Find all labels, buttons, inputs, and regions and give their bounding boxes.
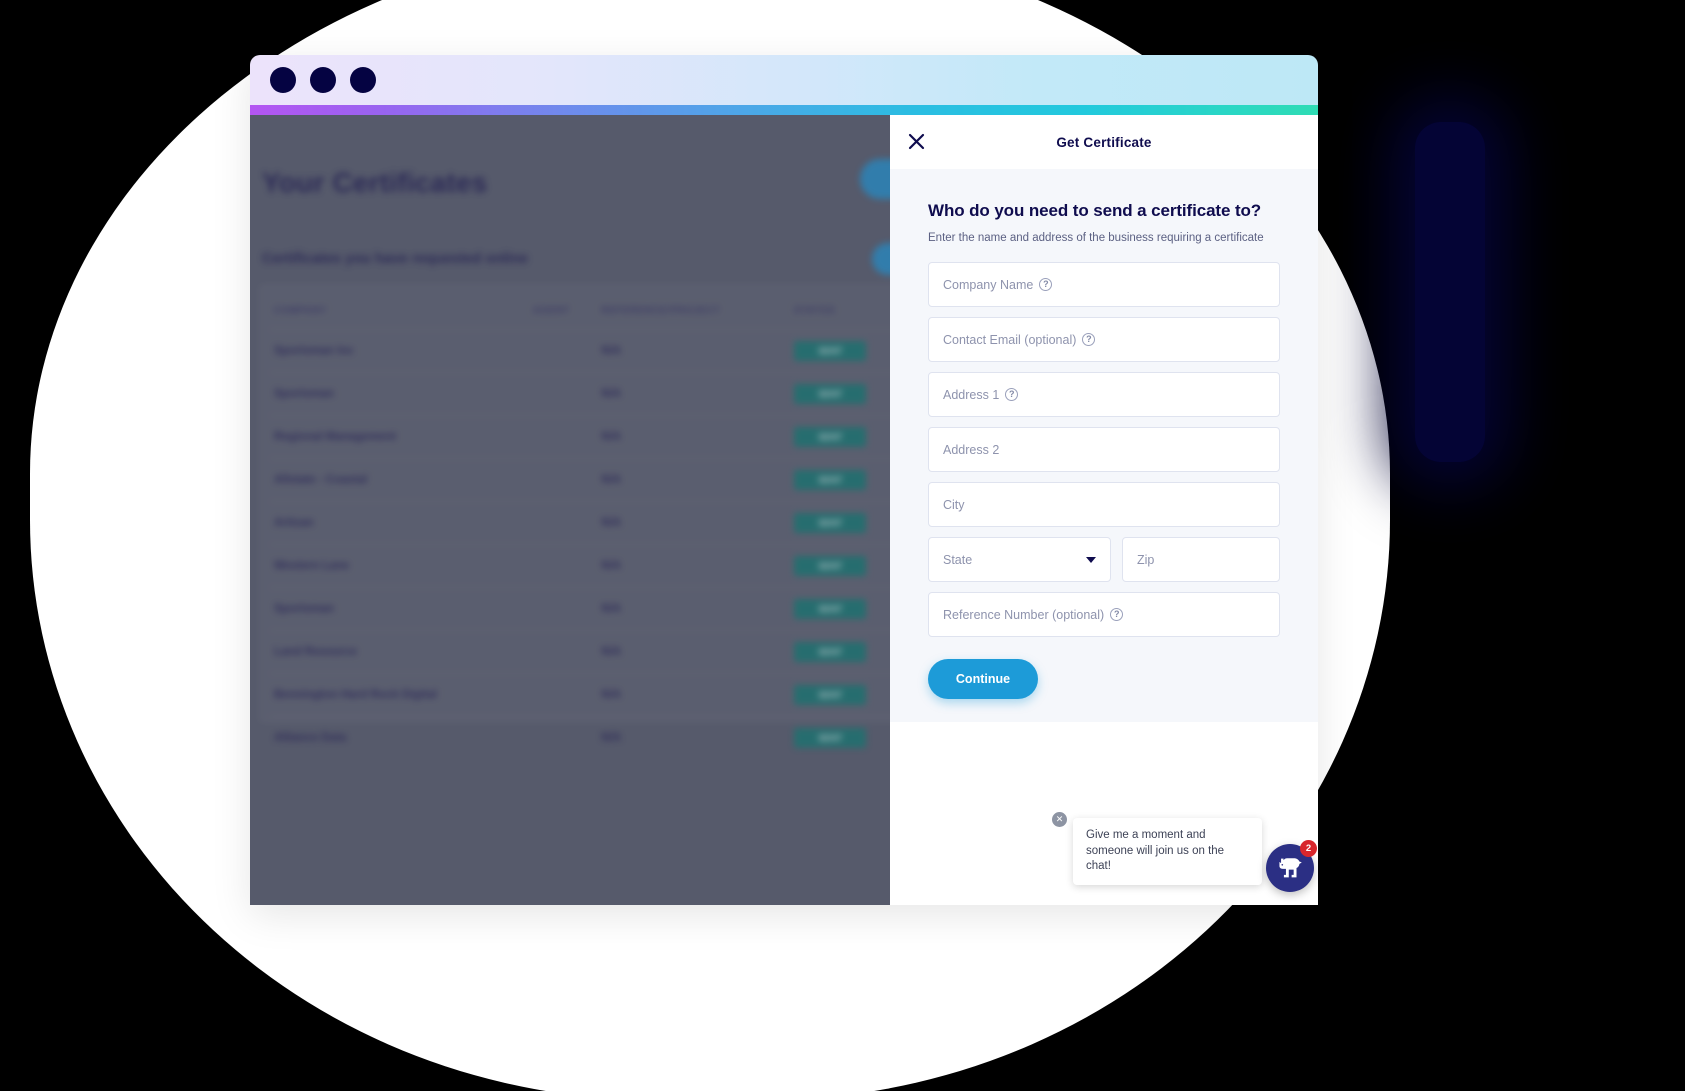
th-company: COMPANY xyxy=(274,305,328,315)
window-close-dot[interactable] xyxy=(270,67,296,93)
reference-number-input[interactable]: Reference Number (optional) ? xyxy=(928,592,1280,637)
chat-launcher-button[interactable]: 2 xyxy=(1266,840,1317,892)
cell-reference: N/A xyxy=(597,544,791,588)
cell-reference: N/A xyxy=(597,458,791,502)
city-placeholder: City xyxy=(943,497,965,512)
brand-gradient-strip xyxy=(250,105,1318,115)
company-name-input[interactable]: Company Name ? xyxy=(928,262,1280,307)
help-icon[interactable]: ? xyxy=(1039,278,1053,291)
status-badge: SENT xyxy=(794,728,867,748)
status-badge: SENT xyxy=(794,341,867,361)
address1-input[interactable]: Address 1 ? xyxy=(928,372,1280,417)
address1-placeholder: Address 1 xyxy=(943,387,1000,402)
status-badge: SENT xyxy=(794,427,867,447)
status-badge: SENT xyxy=(794,384,867,404)
status-badge: SENT xyxy=(794,556,867,576)
window-maximize-dot[interactable] xyxy=(350,67,376,93)
screenshot-root: Your Certificates Certificates you have … xyxy=(0,0,1685,1091)
cell-reference: N/A xyxy=(597,372,791,416)
cell-company: Western Lane xyxy=(270,544,530,588)
state-zip-row: State Zip xyxy=(928,537,1280,582)
window-minimize-dot[interactable] xyxy=(310,67,336,93)
cell-company: Bennington Hard Rock Digital xyxy=(270,673,530,717)
continue-button[interactable]: Continue xyxy=(928,659,1038,699)
browser-titlebar xyxy=(250,55,1318,105)
chat-unread-badge: 2 xyxy=(1300,840,1317,857)
cell-reference: N/A xyxy=(597,501,791,545)
dog-icon xyxy=(1279,858,1302,878)
chevron-down-icon xyxy=(1086,556,1096,563)
status-badge: SENT xyxy=(794,513,867,533)
cell-company: Sportsman xyxy=(270,372,530,416)
reference-number-placeholder: Reference Number (optional) xyxy=(943,607,1105,622)
cell-agent xyxy=(529,501,598,545)
city-input[interactable]: City xyxy=(928,482,1280,527)
status-badge: SENT xyxy=(794,685,867,705)
section-subtitle: Certificates you have requested online xyxy=(262,251,528,267)
chat-close-icon[interactable]: ✕ xyxy=(1052,812,1067,828)
cell-agent xyxy=(529,329,598,373)
status-badge: SENT xyxy=(794,470,867,490)
cell-reference: N/A xyxy=(597,673,791,717)
state-select[interactable]: State xyxy=(928,537,1111,582)
cell-agent xyxy=(529,630,598,674)
drawer-heading: Who do you need to send a certificate to… xyxy=(928,201,1262,220)
cell-company: Allstate - Coastal xyxy=(270,458,530,502)
th-reference: REFERENCE/PROJECT xyxy=(601,305,721,315)
cell-agent xyxy=(529,673,598,717)
cell-agent xyxy=(529,415,598,459)
cell-reference: N/A xyxy=(597,630,791,674)
drawer-body: Who do you need to send a certificate to… xyxy=(890,169,1318,722)
page-title: Your Certificates xyxy=(262,167,488,198)
contact-email-input[interactable]: Contact Email (optional) ? xyxy=(928,317,1280,362)
status-badge: SENT xyxy=(794,599,867,619)
address2-input[interactable]: Address 2 xyxy=(928,427,1280,472)
cell-reference: N/A xyxy=(597,587,791,631)
drawer-footer: ✕ Give me a moment and someone will join… xyxy=(890,722,1318,905)
close-icon[interactable] xyxy=(901,126,931,156)
drawer-title: Get Certificate xyxy=(1056,134,1152,150)
status-badge: SENT xyxy=(794,642,867,662)
chat-message-text: Give me a moment and someone will join u… xyxy=(1086,829,1225,873)
app-viewport: Your Certificates Certificates you have … xyxy=(250,115,1318,905)
cell-company: Sportsman Inc xyxy=(270,329,530,373)
help-icon[interactable]: ? xyxy=(1005,388,1019,401)
zip-input[interactable]: Zip xyxy=(1122,537,1280,582)
drawer-header: Get Certificate xyxy=(890,115,1318,169)
cell-company: Alliance Data xyxy=(270,716,530,759)
zip-placeholder: Zip xyxy=(1137,552,1155,567)
cell-company: Regional Management xyxy=(270,415,530,459)
background-navy-accent-shape xyxy=(1415,122,1485,462)
chat-message-bubble: ✕ Give me a moment and someone will join… xyxy=(1052,812,1262,885)
drawer-subheading: Enter the name and address of the busine… xyxy=(928,232,1264,244)
cell-agent xyxy=(529,587,598,631)
address2-placeholder: Address 2 xyxy=(943,442,1000,457)
cell-reference: N/A xyxy=(597,329,791,373)
cell-agent xyxy=(529,372,598,416)
contact-email-placeholder: Contact Email (optional) xyxy=(943,332,1077,347)
help-icon[interactable]: ? xyxy=(1110,608,1124,621)
cell-company: Land Resource xyxy=(270,630,530,674)
state-placeholder: State xyxy=(943,552,973,567)
cell-agent xyxy=(529,458,598,502)
chat-widget: ✕ Give me a moment and someone will join… xyxy=(890,812,1318,892)
cell-company: Artisan xyxy=(270,501,530,545)
cell-company: Sportsman xyxy=(270,587,530,631)
help-icon[interactable]: ? xyxy=(1082,333,1096,346)
company-name-placeholder: Company Name xyxy=(943,277,1034,292)
cell-reference: N/A xyxy=(597,415,791,459)
cell-reference: N/A xyxy=(597,716,791,759)
get-certificate-drawer: Get Certificate Who do you need to send … xyxy=(890,115,1318,905)
cell-agent xyxy=(529,544,598,588)
cell-agent xyxy=(529,716,598,759)
th-agent: AGENT xyxy=(533,305,571,315)
browser-window: Your Certificates Certificates you have … xyxy=(250,55,1318,905)
